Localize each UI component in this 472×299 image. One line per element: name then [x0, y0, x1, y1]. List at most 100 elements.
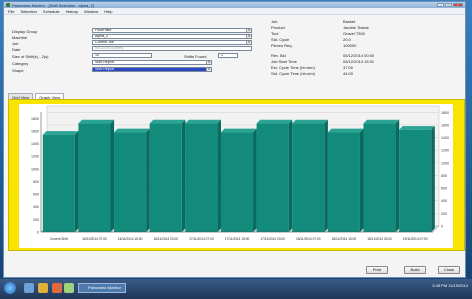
date-field[interactable]: 05/12/2014 (Mon): [92, 46, 252, 51]
info-std-cycle-time-value: 44:00: [343, 71, 354, 76]
info-est-cycle-label: Est. Cycle Time (hh:mm): [271, 65, 315, 70]
bar: [114, 132, 147, 232]
job-label: Job: [12, 41, 19, 46]
bar-top: [363, 119, 400, 124]
x-tick-label: 18/11/2014 23:00: [367, 237, 392, 241]
menu-history[interactable]: History: [66, 9, 78, 14]
y-tick-label: 200: [33, 218, 39, 222]
bar: [363, 123, 396, 232]
build-button[interactable]: Build: [404, 266, 426, 274]
info-job-label: Job: [271, 19, 278, 24]
taskbar-app-panorama[interactable]: Panorama Monitor: [78, 283, 126, 293]
bar: [185, 123, 218, 232]
info-job-value: Basket: [343, 19, 356, 24]
y-tick-label: 0: [37, 231, 39, 235]
shifts-found-value: 1: [218, 53, 238, 58]
bar-side: [217, 119, 221, 232]
y-tick-label-right: 1800: [441, 111, 449, 115]
bar-top: [292, 119, 328, 124]
bar-side: [253, 128, 257, 232]
menu-schedule[interactable]: Schedule: [43, 9, 60, 14]
maximize-button[interactable]: □: [445, 3, 452, 7]
info-job-start-label: Job Start Time: [271, 59, 297, 64]
bar-top: [42, 131, 79, 135]
menu-window[interactable]: Window: [84, 9, 98, 14]
info-job-start-value: 05/12/2014 15:31: [343, 59, 375, 64]
close-window-button[interactable]: ×: [453, 3, 463, 7]
bar-side: [431, 126, 435, 232]
bar-side: [146, 128, 150, 232]
print-button[interactable]: Print: [366, 266, 388, 274]
y-tick-label-right: 1400: [441, 136, 449, 140]
taskbar: Panorama Monitor 3:45 PM 11/19/2014: [0, 279, 472, 299]
bar-top: [327, 128, 364, 133]
bar-top: [149, 119, 186, 124]
folder-icon[interactable]: [38, 283, 48, 293]
browser-icon[interactable]: [24, 283, 34, 293]
y-tick-label-right: 800: [441, 174, 447, 178]
y-tick-label-right: 600: [441, 187, 447, 191]
bar-side: [288, 119, 293, 232]
x-tick-label: Current Shift: [50, 237, 68, 241]
bar-side: [395, 119, 400, 232]
info-rev-label: Rev. Bkl: [271, 53, 286, 58]
y-tick-label: 1000: [31, 167, 39, 171]
start-button[interactable]: [4, 282, 16, 294]
app-launcher-icon[interactable]: [64, 283, 74, 293]
y-tick-label-right: 1000: [441, 161, 449, 165]
job-select[interactable]: Current Job ▾: [92, 40, 252, 45]
close-button[interactable]: Close: [438, 266, 460, 274]
menu-help[interactable]: Help: [104, 9, 112, 14]
y-tick-label: 600: [33, 193, 39, 197]
x-tick-label: 17/11/2014 07:00: [189, 237, 214, 241]
x-tick-label: 16/11/2014 23:00: [153, 237, 178, 241]
chevron-down-icon: ▾: [246, 29, 251, 32]
shape-select[interactable]: Shift Report ▾: [92, 67, 212, 72]
category-select[interactable]: Shift Report ▾: [92, 60, 212, 65]
display-group-select[interactable]: FloorPlant ▾: [92, 28, 252, 33]
date-label: Date: [12, 47, 21, 52]
info-std-cycle-time-label: Std. Cycle Time (hh:mm): [271, 71, 316, 76]
bar-top: [114, 128, 150, 133]
machine-label: Machine: [12, 35, 28, 40]
machine-select[interactable]: Alpha_2 ▾: [92, 34, 252, 39]
system-clock: 3:45 PM 11/19/2014: [432, 283, 468, 288]
info-tool-value: Gravel T300: [343, 31, 365, 36]
info-std-cycle-value: 20.0: [343, 37, 351, 42]
chevron-down-icon: ▾: [246, 35, 251, 38]
y-tick-label-right: 1600: [441, 123, 449, 127]
x-tick-label: 16/11/2014 15:00: [118, 237, 143, 241]
bar: [256, 123, 289, 232]
chevron-down-icon: ▾: [206, 61, 211, 64]
y-tick-label: 1200: [31, 155, 39, 159]
y-tick-label-right: 0: [441, 225, 443, 229]
media-icon[interactable]: [52, 283, 62, 293]
y-tick-label-right: 400: [441, 199, 447, 203]
x-tick-label: 18/11/2014 07:00: [296, 237, 321, 241]
size-of-shifts-input[interactable]: 10: [92, 53, 152, 58]
info-product-value: Jacobs' Sweat: [343, 25, 369, 30]
bar-top: [220, 128, 257, 133]
minimize-button[interactable]: –: [437, 3, 444, 7]
window-title: Panorama Monitor - [Shift Selection : al…: [12, 2, 94, 8]
chart-area: 0 0 200 200 400 400 600 600 800 800 1000 1000 1200 12…: [19, 104, 453, 248]
bar-side: [74, 131, 79, 232]
selection-form: Display Group FloorPlant ▾ Machine Alpha_…: [4, 15, 465, 93]
category-label: Category: [12, 61, 29, 66]
chevron-down-icon: ▾: [246, 41, 251, 44]
menu-selection[interactable]: Selection: [20, 9, 36, 14]
x-tick-label: 18/11/2014 15:00: [332, 237, 357, 241]
x-tick-label: 17/11/2014 15:00: [225, 237, 250, 241]
app-icon: [6, 3, 10, 7]
display-group-label: Display Group: [12, 29, 38, 34]
bar: [220, 132, 254, 232]
bar: [149, 123, 182, 232]
menu-file[interactable]: File: [8, 9, 14, 14]
bar: [42, 134, 75, 232]
bar: [292, 123, 325, 232]
info-product-label: Product: [271, 25, 285, 30]
bar-chart: 0 0 200 200 400 400 600 600 800 800 1000 1000 1200 12…: [31, 105, 449, 241]
info-std-cycle-label: Std. Cycle: [271, 37, 290, 42]
bar-side: [324, 119, 328, 232]
bar-side: [181, 119, 186, 232]
